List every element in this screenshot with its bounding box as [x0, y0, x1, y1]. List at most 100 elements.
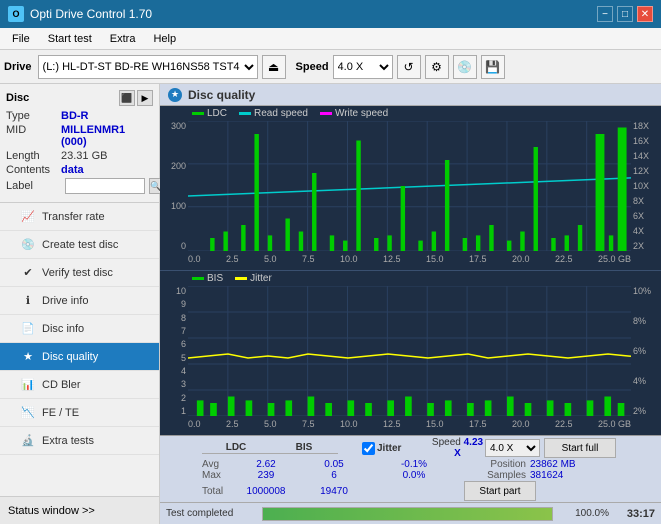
chart1-container: LDC Read speed Write speed 300 — [160, 106, 661, 271]
main-content: Disc ⬛ ▶ Type BD-R MID MILLENMR1 (000) L… — [0, 84, 661, 524]
start-full-button[interactable]: Start full — [544, 438, 616, 458]
max-label: Max — [202, 470, 232, 481]
position-label: Position — [460, 459, 530, 470]
x2-125: 12.5 — [383, 419, 401, 429]
disc-info-icon: 📄 — [20, 321, 36, 337]
y2-r-2p: 2% — [633, 406, 646, 416]
chart1-body: 300 200 100 0 — [160, 121, 661, 267]
nav-extra-tests-label: Extra tests — [42, 435, 94, 447]
y1-r-12x: 12X — [633, 166, 649, 176]
x2-175: 17.5 — [469, 419, 487, 429]
y2-r-10p: 10% — [633, 286, 651, 296]
extra-tests-icon: 🔬 — [20, 433, 36, 449]
y2-r-8p: 8% — [633, 316, 646, 326]
disc-button[interactable]: 💿 — [453, 55, 477, 79]
save-button[interactable]: 💾 — [481, 55, 505, 79]
y1-r-2x: 2X — [633, 241, 644, 251]
speed-select[interactable]: 4.0 X — [333, 55, 393, 79]
disc-quality-icon: ★ — [20, 349, 36, 365]
chart1-x-axis: 0.0 2.5 5.0 7.5 10.0 12.5 15.0 17.5 20.0… — [188, 251, 631, 267]
nav-transfer-rate[interactable]: 📈 Transfer rate — [0, 203, 159, 231]
legend-write-speed: Write speed — [320, 108, 388, 119]
app-icon: O — [8, 6, 24, 22]
toolbar: Drive (L:) HL-DT-ST BD-RE WH16NS58 TST4 … — [0, 50, 661, 84]
total-bis: 19470 — [300, 486, 368, 497]
menu-extra[interactable]: Extra — [102, 31, 144, 47]
x2-5: 5.0 — [264, 419, 277, 429]
legend-ldc-color — [192, 112, 204, 115]
y2-l-3: 3 — [181, 379, 186, 389]
stats-data-cols: Avg 2.62 0.05 -0.1% Position 23862 MB Ma… — [202, 459, 600, 501]
sidebar: Disc ⬛ ▶ Type BD-R MID MILLENMR1 (000) L… — [0, 84, 160, 524]
nav-verify-test-disc[interactable]: ✔ Verify test disc — [0, 259, 159, 287]
jitter-checkbox[interactable] — [362, 442, 375, 455]
y1-l-200: 200 — [171, 161, 186, 171]
menu-help[interactable]: Help — [145, 31, 184, 47]
nav-disc-quality-label: Disc quality — [42, 351, 98, 363]
nav-verify-test-disc-label: Verify test disc — [42, 267, 113, 279]
y1-r-16x: 16X — [633, 136, 649, 146]
speed-select-stats[interactable]: 4.0 X — [485, 439, 540, 457]
disc-label-label: Label — [6, 180, 61, 192]
nav-create-test-disc[interactable]: 💿 Create test disc — [0, 231, 159, 259]
close-button[interactable]: ✕ — [637, 6, 653, 22]
fe-te-icon: 📉 — [20, 405, 36, 421]
x2-20: 20.0 — [512, 419, 530, 429]
disc-title-text: Disc — [6, 92, 29, 104]
nav-cd-bler[interactable]: 📊 CD Bler — [0, 371, 159, 399]
y1-r-8x: 8X — [633, 196, 644, 206]
settings-button[interactable]: ⚙ — [425, 55, 449, 79]
nav-create-test-disc-label: Create test disc — [42, 239, 118, 251]
disc-mid-row: MID MILLENMR1 (000) — [6, 124, 153, 148]
progress-bar-area: Test completed 100.0% 33:17 — [160, 502, 661, 524]
nav-drive-info-label: Drive info — [42, 295, 88, 307]
drive-info-icon: ℹ — [20, 293, 36, 309]
chart2-y-right: 10% 8% 6% 4% 2% — [631, 286, 661, 432]
drive-select[interactable]: (L:) HL-DT-ST BD-RE WH16NS58 TST4 — [38, 55, 258, 79]
avg-jitter: -0.1% — [368, 459, 460, 470]
legend-read-speed-color — [239, 112, 251, 115]
y2-l-7: 7 — [181, 326, 186, 336]
status-text: Test completed — [166, 508, 256, 519]
chart2-container: BIS Jitter 10 9 8 7 6 — [160, 271, 661, 435]
nav-disc-quality[interactable]: ★ Disc quality — [0, 343, 159, 371]
refresh-button[interactable]: ↺ — [397, 55, 421, 79]
disc-icon-btn-2[interactable]: ▶ — [137, 90, 153, 106]
nav-disc-info[interactable]: 📄 Disc info — [0, 315, 159, 343]
disc-icon-btn-1[interactable]: ⬛ — [119, 90, 135, 106]
position-value: 23862 MB — [530, 459, 600, 470]
start-buttons: Start full — [544, 438, 616, 458]
total-row: Total 1000008 19470 Start part — [202, 481, 600, 501]
progress-percent: 100.0% — [559, 508, 609, 519]
jitter-check-label[interactable]: Jitter — [362, 442, 430, 455]
nav-fe-te[interactable]: 📉 FE / TE — [0, 399, 159, 427]
titlebar-controls: − □ ✕ — [597, 6, 653, 22]
y2-l-10: 10 — [176, 286, 186, 296]
speed-label: Speed — [296, 61, 329, 73]
nav-drive-info[interactable]: ℹ Drive info — [0, 287, 159, 315]
samples-label: Samples — [460, 470, 530, 481]
menu-start-test[interactable]: Start test — [40, 31, 100, 47]
minimize-button[interactable]: − — [597, 6, 613, 22]
y2-l-8: 8 — [181, 313, 186, 323]
titlebar: O Opti Drive Control 1.70 − □ ✕ — [0, 0, 661, 28]
y1-l-100: 100 — [171, 201, 186, 211]
legend-bis-label: BIS — [207, 273, 223, 284]
chart1-inner: 0.0 2.5 5.0 7.5 10.0 12.5 15.0 17.5 20.0… — [188, 121, 631, 267]
disc-type-value: BD-R — [61, 110, 89, 122]
status-window-btn[interactable]: Status window >> — [0, 496, 159, 524]
eject-button[interactable]: ⏏ — [262, 55, 286, 79]
menu-file[interactable]: File — [4, 31, 38, 47]
maximize-button[interactable]: □ — [617, 6, 633, 22]
nav-extra-tests[interactable]: 🔬 Extra tests — [0, 427, 159, 455]
legend-ldc: LDC — [192, 108, 227, 119]
x2-75: 7.5 — [302, 419, 315, 429]
disc-label-input[interactable] — [65, 178, 145, 194]
x2-225: 22.5 — [555, 419, 573, 429]
stats-speed-label: Speed 4.23 X — [430, 437, 485, 459]
total-label: Total — [202, 486, 232, 497]
chart2-legend: BIS Jitter — [160, 271, 661, 286]
start-part-button[interactable]: Start part — [464, 481, 536, 501]
disc-contents-row: Contents data — [6, 164, 153, 176]
menubar: File Start test Extra Help — [0, 28, 661, 50]
